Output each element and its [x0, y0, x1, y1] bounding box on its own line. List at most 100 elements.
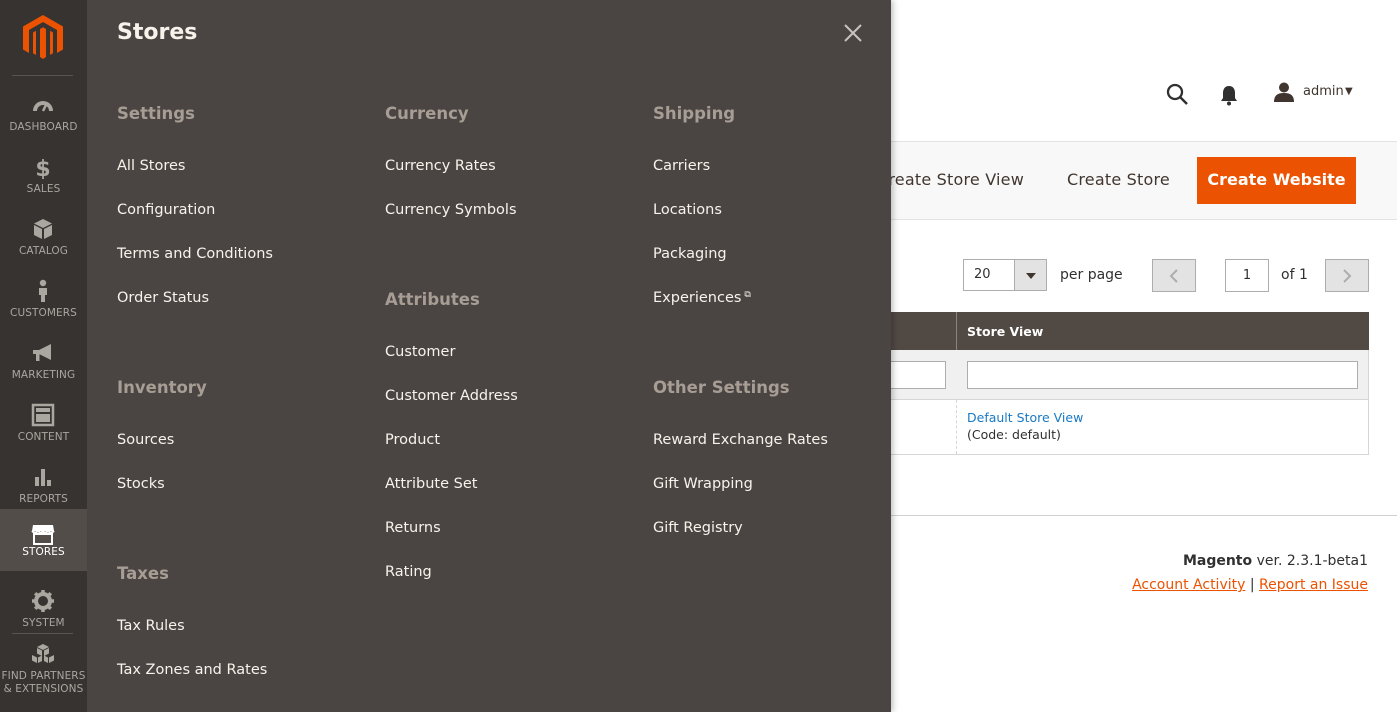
footer-version: Magento ver. 2.3.1-beta1: [1183, 553, 1368, 569]
menu-item-sources[interactable]: Sources: [117, 432, 174, 448]
sidebar-item-content[interactable]: CONTENT: [0, 396, 87, 458]
menu-item-tax-rules[interactable]: Tax Rules: [117, 618, 185, 634]
bell-icon[interactable]: [1219, 84, 1239, 106]
cubes-icon: [32, 644, 54, 663]
page-actions-bar: Create Store View Create Store Create We…: [877, 141, 1397, 220]
chevron-down-icon[interactable]: ▼: [1345, 86, 1353, 97]
menu-item-configuration[interactable]: Configuration: [117, 202, 215, 218]
sidebar-item-label: CUSTOMERS: [10, 307, 77, 319]
column-separator: [956, 400, 957, 454]
external-link-icon: ⧉: [744, 290, 751, 300]
sidebar-divider: [12, 75, 73, 76]
close-icon[interactable]: [843, 23, 863, 43]
menu-item-returns[interactable]: Returns: [385, 520, 441, 536]
menu-item-attribute-set[interactable]: Attribute Set: [385, 476, 477, 492]
menu-item-stocks[interactable]: Stocks: [117, 476, 165, 492]
create-store-view-button[interactable]: Create Store View: [877, 170, 1024, 189]
sidebar-item-label: REPORTS: [19, 493, 68, 505]
menu-item-currency-rates[interactable]: Currency Rates: [385, 158, 496, 174]
create-website-button[interactable]: Create Website: [1197, 157, 1356, 204]
sidebar-divider: [12, 633, 73, 634]
column-separator: [956, 312, 957, 350]
store-view-code: (Code: default): [967, 427, 1061, 442]
admin-sidebar: DASHBOARD $ SALES CATALOG CUSTOMERS MARK…: [0, 0, 87, 712]
sidebar-item-system[interactable]: SYSTEM: [0, 582, 87, 644]
sidebar-item-label: FIND PARTNERS & EXTENSIONS: [0, 670, 87, 696]
account-activity-link[interactable]: Account Activity: [1132, 577, 1245, 593]
menu-item-rating[interactable]: Rating: [385, 564, 432, 580]
dashboard-icon: [33, 101, 53, 112]
menu-item-order-status[interactable]: Order Status: [117, 290, 209, 306]
svg-text:$: $: [35, 157, 50, 179]
previous-page-button[interactable]: [1152, 259, 1196, 292]
gear-icon: [32, 590, 54, 612]
sidebar-item-label: STORES: [22, 546, 65, 558]
menu-item-tax-zones-and-rates[interactable]: Tax Zones and Rates: [117, 662, 267, 678]
menu-item-currency-symbols[interactable]: Currency Symbols: [385, 202, 517, 218]
menu-item-experiences[interactable]: Experiences ⧉: [653, 290, 751, 306]
layout-icon: [31, 403, 55, 427]
page-count: of 1: [1281, 267, 1308, 283]
sidebar-item-dashboard[interactable]: DASHBOARD: [0, 86, 87, 148]
footer-brand: Magento: [1182, 553, 1253, 569]
menu-item-reward-exchange-rates[interactable]: Reward Exchange Rates: [653, 432, 828, 448]
sidebar-item-sales[interactable]: $ SALES: [0, 148, 87, 210]
per-page-value: 20: [974, 267, 991, 282]
menu-item-packaging[interactable]: Packaging: [653, 246, 727, 262]
stores-flyout-menu: Stores Settings All Stores Configuration…: [87, 0, 891, 712]
group-title-inventory: Inventory: [117, 378, 207, 397]
sidebar-item-stores[interactable]: STORES: [0, 509, 87, 571]
box-icon: [34, 219, 52, 239]
sidebar-item-label: CONTENT: [17, 431, 70, 443]
group-title-taxes: Taxes: [117, 564, 169, 583]
sidebar-item-customers[interactable]: CUSTOMERS: [0, 272, 87, 334]
group-title-other-settings: Other Settings: [653, 378, 790, 397]
group-title-shipping: Shipping: [653, 104, 736, 123]
menu-item-customer-address[interactable]: Customer Address: [385, 388, 518, 404]
chevron-left-icon: [1169, 269, 1178, 283]
group-title-attributes: Attributes: [385, 290, 480, 309]
magento-logo-icon[interactable]: [23, 15, 63, 61]
store-view-filter-input[interactable]: [967, 361, 1358, 389]
person-icon: [39, 279, 47, 302]
sidebar-item-catalog[interactable]: CATALOG: [0, 210, 87, 272]
menu-item-all-stores[interactable]: All Stores: [117, 158, 185, 174]
storefront-icon: [31, 525, 55, 545]
sidebar-item-label: CATALOG: [18, 245, 69, 257]
user-icon[interactable]: [1273, 82, 1295, 102]
page-number-input[interactable]: 1: [1225, 259, 1269, 292]
bar-chart-icon: [35, 469, 51, 486]
next-page-button[interactable]: [1325, 259, 1369, 292]
menu-item-experiences-label: Experiences: [653, 290, 742, 306]
menu-item-locations[interactable]: Locations: [653, 202, 722, 218]
sidebar-item-label: DASHBOARD: [9, 121, 78, 133]
sidebar-item-marketing[interactable]: MARKETING: [0, 334, 87, 396]
table-row: Default Store View (Code: default): [891, 400, 1369, 455]
per-page-label: per page: [1060, 267, 1123, 283]
sidebar-item-label-line1: FIND PARTNERS: [1, 670, 86, 682]
menu-item-product[interactable]: Product: [385, 432, 440, 448]
menu-item-gift-registry[interactable]: Gift Registry: [653, 520, 743, 536]
admin-user-name[interactable]: admin: [1303, 84, 1344, 99]
footer-divider: [891, 515, 1397, 516]
chevron-right-icon: [1343, 269, 1352, 283]
search-icon[interactable]: [1165, 82, 1189, 106]
per-page-dropdown-button[interactable]: [1014, 260, 1046, 290]
create-store-button[interactable]: Create Store: [1067, 170, 1170, 189]
store-view-link[interactable]: Default Store View: [967, 410, 1083, 425]
menu-item-customer[interactable]: Customer: [385, 344, 455, 360]
sidebar-item-label-line2: & EXTENSIONS: [3, 683, 84, 695]
column-header-store-view[interactable]: Store View: [967, 324, 1043, 339]
menu-item-carriers[interactable]: Carriers: [653, 158, 710, 174]
grid-header-row: Store View: [891, 312, 1369, 350]
grid-filter-row: [881, 350, 1369, 400]
report-issue-link[interactable]: Report an Issue: [1259, 577, 1368, 593]
sidebar-item-find-partners[interactable]: FIND PARTNERS & EXTENSIONS: [0, 642, 87, 712]
footer-separator: |: [1249, 577, 1255, 593]
per-page-select[interactable]: 20: [963, 259, 1047, 291]
sidebar-item-label: SYSTEM: [22, 617, 65, 629]
flyout-title: Stores: [117, 20, 198, 45]
megaphone-icon: [33, 344, 51, 361]
menu-item-terms-and-conditions[interactable]: Terms and Conditions: [117, 246, 273, 262]
menu-item-gift-wrapping[interactable]: Gift Wrapping: [653, 476, 753, 492]
